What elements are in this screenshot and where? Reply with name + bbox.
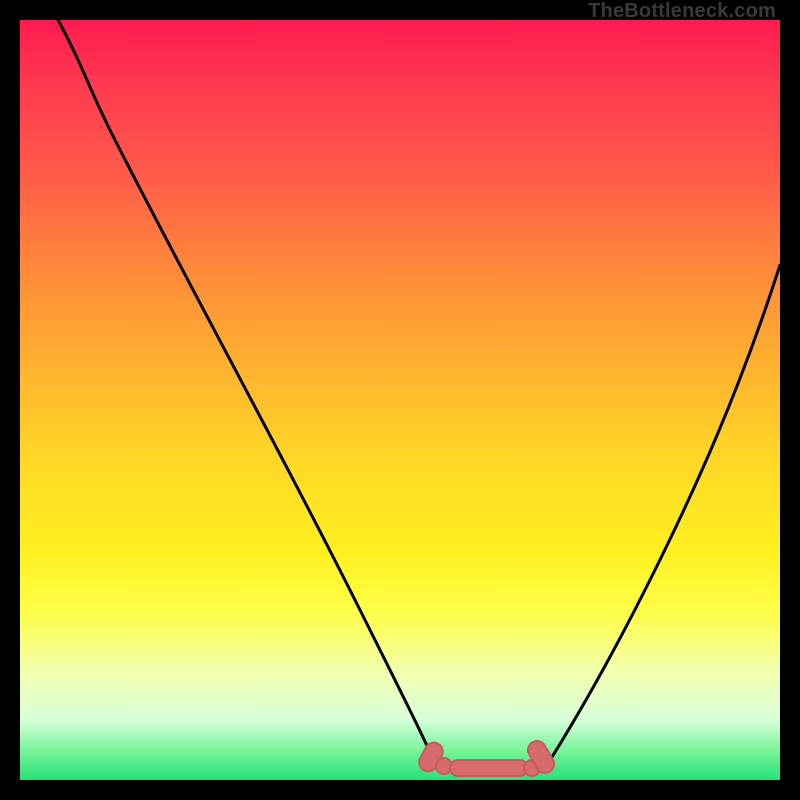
chart-curves — [20, 20, 780, 780]
left-curve — [58, 20, 432, 757]
right-curve — [552, 265, 780, 757]
marker-capsule-mid — [450, 760, 528, 776]
watermark-text: TheBottleneck.com — [588, 0, 776, 23]
bottom-markers-group — [416, 738, 557, 776]
chart-frame: TheBottleneck.com — [0, 0, 800, 800]
